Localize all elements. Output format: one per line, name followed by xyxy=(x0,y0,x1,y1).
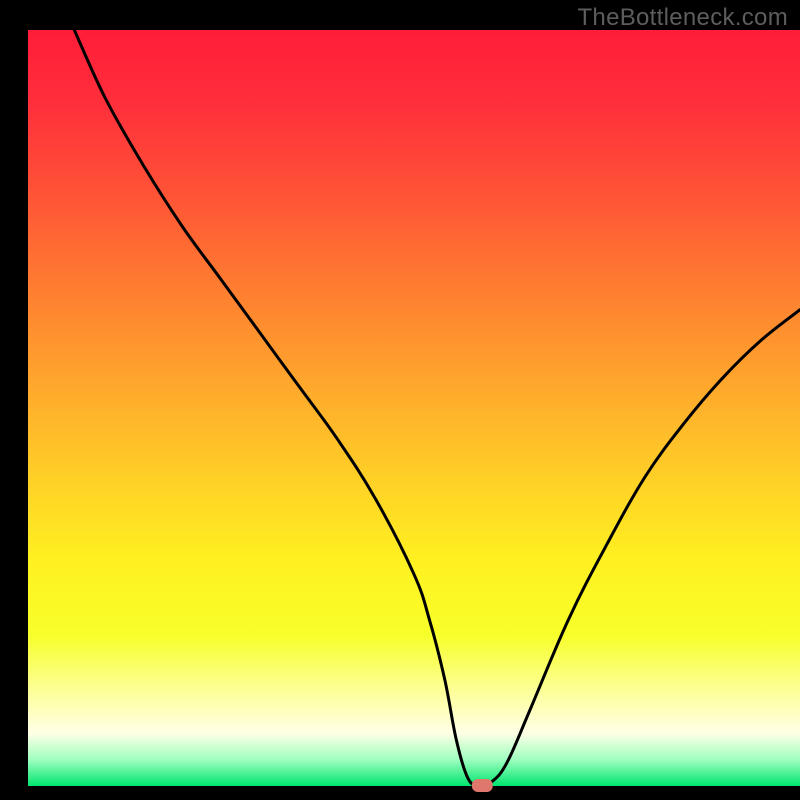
chart-frame: TheBottleneck.com xyxy=(0,0,800,800)
optimal-notch-marker xyxy=(472,779,493,792)
bottleneck-chart xyxy=(0,0,800,800)
watermark-text: TheBottleneck.com xyxy=(577,4,788,32)
plot-background xyxy=(28,30,800,786)
